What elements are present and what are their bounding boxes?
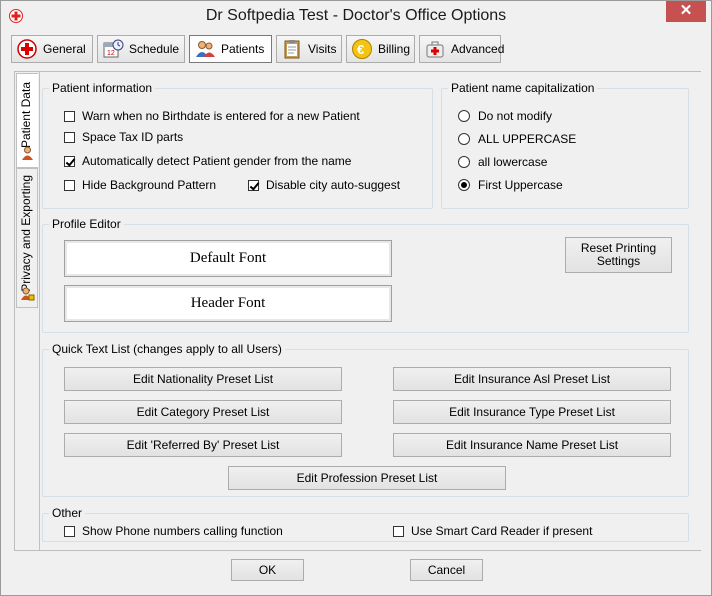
toolbar-patients-button[interactable]: Patients	[189, 35, 272, 63]
ok-button[interactable]: OK	[231, 559, 304, 581]
toolbar-visits-button[interactable]: Visits	[276, 35, 342, 63]
radio-circle	[458, 156, 470, 168]
tab-patient-data[interactable]: Patient Data	[16, 73, 38, 168]
radio-label: all lowercase	[478, 155, 548, 169]
reset-printing-button[interactable]: Reset Printing Settings	[565, 237, 672, 273]
person-icon	[22, 146, 33, 160]
hide-background-checkbox[interactable]: Hide Background Pattern	[64, 178, 216, 192]
group-legend: Quick Text List (changes apply to all Us…	[52, 342, 282, 356]
checkbox-label: Hide Background Pattern	[82, 178, 217, 192]
checkbox-label: Space Tax ID parts	[82, 130, 184, 144]
people-icon	[194, 38, 216, 60]
edit-profession-button[interactable]: Edit Profession Preset List	[228, 466, 506, 490]
euro-coin-icon: €	[351, 38, 373, 60]
edit-referred-by-button[interactable]: Edit 'Referred By' Preset List	[64, 433, 342, 457]
warn-birthdate-checkbox[interactable]: Warn when no Birthdate is entered for a …	[64, 109, 360, 123]
calendar-clock-icon: 12	[102, 38, 124, 60]
tab-privacy-exporting[interactable]: Privacy and Exporting	[16, 168, 38, 308]
disable-city-checkbox[interactable]: Disable city auto-suggest	[248, 178, 400, 192]
checkbox-box	[64, 179, 75, 191]
checkbox-label: Warn when no Birthdate is entered for a …	[82, 109, 360, 123]
checkbox-box	[393, 525, 404, 537]
edit-insurance-type-button[interactable]: Edit Insurance Type Preset List	[393, 400, 671, 424]
checkbox-label: Automatically detect Patient gender from…	[82, 154, 352, 168]
radio-do-not-modify[interactable]: Do not modify	[458, 109, 552, 123]
tab-label: Privacy and Exporting	[19, 175, 33, 292]
edit-nationality-button[interactable]: Edit Nationality Preset List	[64, 367, 342, 391]
options-window: Dr Softpedia Test - Doctor's Office Opti…	[0, 0, 712, 596]
options-content: Patient Data Privacy and Exporting Patie…	[14, 71, 701, 551]
radio-circle	[458, 110, 470, 122]
edit-insurance-name-button[interactable]: Edit Insurance Name Preset List	[393, 433, 671, 457]
edit-category-button[interactable]: Edit Category Preset List	[64, 400, 342, 424]
header-font-button[interactable]: Header Font	[64, 285, 392, 322]
group-legend: Patient information	[52, 81, 153, 95]
red-cross-icon	[16, 38, 38, 60]
radio-all-uppercase[interactable]: ALL UPPERCASE	[458, 132, 576, 146]
window-title: Dr Softpedia Test - Doctor's Office Opti…	[205, 7, 507, 24]
svg-text:€: €	[357, 42, 364, 57]
radio-all-lowercase[interactable]: all lowercase	[458, 155, 547, 169]
checkbox-box	[64, 110, 75, 122]
space-tax-checkbox[interactable]: Space Tax ID parts	[64, 130, 183, 144]
cancel-button[interactable]: Cancel	[410, 559, 483, 581]
group-legend: Profile Editor	[52, 217, 121, 231]
toolbar-label: Visits	[308, 42, 337, 56]
toolbar-schedule-button[interactable]: 12 Schedule	[97, 35, 185, 63]
toolbar-label: Patients	[221, 42, 265, 56]
radio-circle	[458, 179, 470, 191]
smart-card-checkbox[interactable]: Use Smart Card Reader if present	[393, 524, 592, 538]
checkbox-label: Show Phone numbers calling function	[82, 524, 283, 538]
radio-label: Do not modify	[478, 109, 553, 123]
checkbox-box	[64, 155, 75, 167]
checkbox-label: Use Smart Card Reader if present	[411, 524, 593, 538]
group-legend: Patient name capitalization	[451, 81, 595, 95]
side-tab-strip: Patient Data Privacy and Exporting	[15, 72, 39, 550]
checkbox-box	[248, 179, 259, 191]
toolbar-advanced-button[interactable]: Advanced	[419, 35, 505, 63]
tab-label: Patient Data	[19, 82, 33, 149]
toolbar-label: Advanced	[451, 42, 505, 56]
toolbar-label: Billing	[378, 42, 411, 56]
toolbar-billing-button[interactable]: € Billing	[346, 35, 415, 63]
toolbar-label: General	[43, 42, 86, 56]
edit-insurance-asl-button[interactable]: Edit Insurance Asl Preset List	[393, 367, 671, 391]
person-lock-icon	[21, 287, 35, 301]
checkbox-label: Disable city auto-suggest	[266, 178, 401, 192]
title-bar: Dr Softpedia Test - Doctor's Office Opti…	[1, 1, 711, 33]
phone-numbers-checkbox[interactable]: Show Phone numbers calling function	[64, 524, 283, 538]
radio-first-uppercase[interactable]: First Uppercase	[458, 178, 563, 192]
group-legend: Other	[52, 506, 83, 520]
toolbar-general-button[interactable]: General	[11, 35, 93, 63]
radio-label: ALL UPPERCASE	[478, 132, 577, 146]
detect-gender-checkbox[interactable]: Automatically detect Patient gender from…	[64, 154, 351, 168]
radio-circle	[458, 133, 470, 145]
toolbar-label: Schedule	[129, 42, 180, 56]
checkbox-box	[64, 131, 75, 143]
default-font-button[interactable]: Default Font	[64, 240, 392, 277]
checkbox-box	[64, 525, 75, 537]
medical-kit-icon	[424, 38, 446, 60]
patient-data-panel: Patient information Warn when no Birthda…	[39, 72, 701, 550]
clipboard-icon	[281, 38, 303, 60]
close-button[interactable]: ✕	[666, 1, 706, 22]
radio-label: First Uppercase	[478, 178, 563, 192]
svg-text:12: 12	[107, 50, 115, 57]
